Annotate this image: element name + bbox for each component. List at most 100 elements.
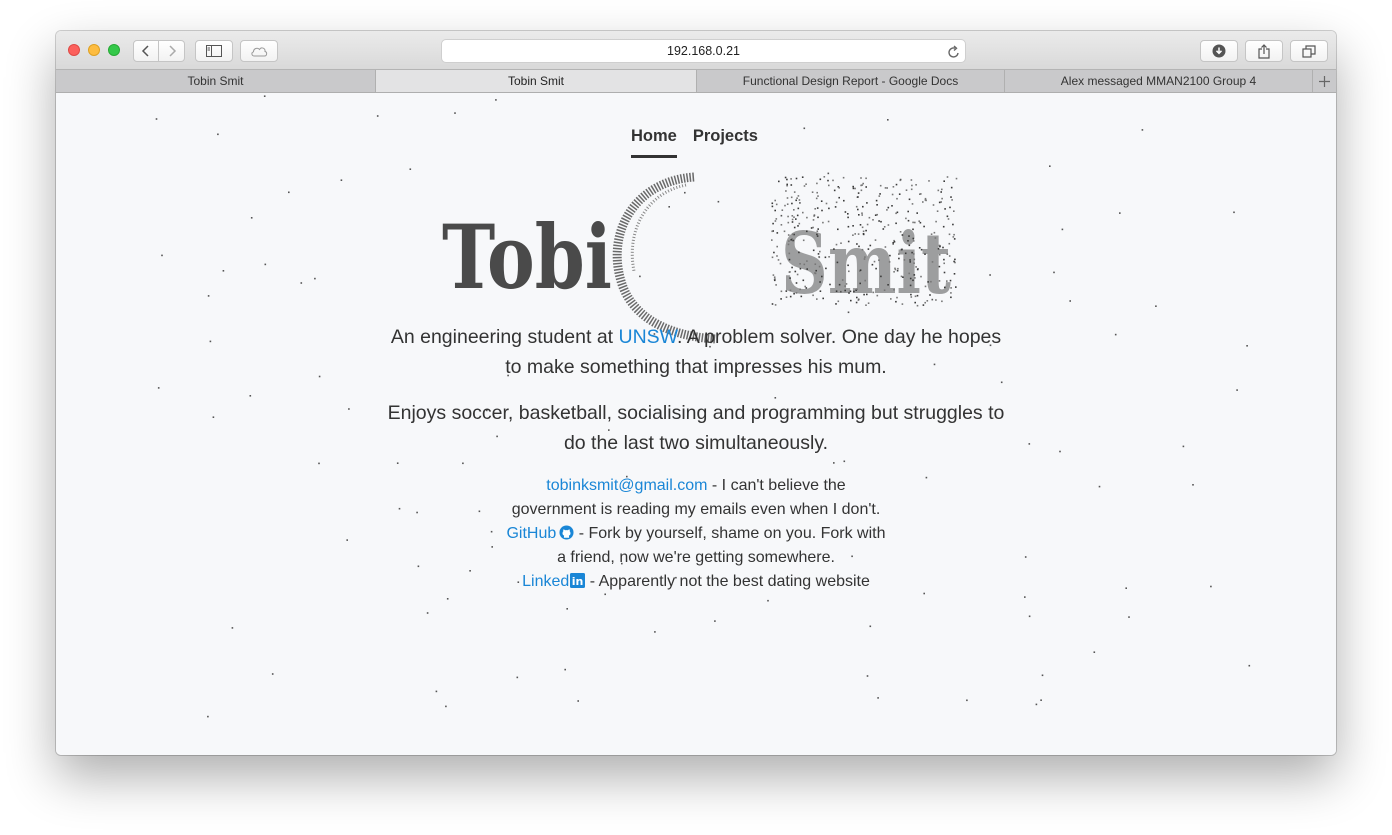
icloud-tabs-button[interactable] xyxy=(240,40,278,62)
particle-dot xyxy=(1210,585,1212,588)
logo-speckle xyxy=(792,239,794,242)
logo-speckle xyxy=(824,256,827,259)
particle-dot xyxy=(1236,389,1238,391)
logo-speckle xyxy=(955,177,958,180)
logo-speckle xyxy=(840,242,842,244)
logo-speckle xyxy=(948,255,951,257)
reload-icon xyxy=(948,45,959,58)
logo-speckle xyxy=(806,268,808,270)
particle-dot xyxy=(1155,305,1157,307)
logo-speckle xyxy=(950,287,952,289)
email-link[interactable]: tobinksmit@gmail.com xyxy=(546,477,707,494)
logo-speckle xyxy=(907,240,909,242)
particle-dot xyxy=(1114,333,1117,336)
logo-speckle xyxy=(838,196,840,199)
logo-speckle xyxy=(805,183,807,185)
tab-label: Functional Design Report - Google Docs xyxy=(742,74,959,88)
tab-1[interactable]: Tobin Smit xyxy=(56,70,376,92)
minimize-window-button[interactable] xyxy=(88,44,100,56)
logo-speckle xyxy=(812,294,814,297)
logo-speckle xyxy=(953,210,955,212)
particle-dot xyxy=(1028,443,1031,445)
new-tab-button[interactable] xyxy=(1313,70,1336,92)
zoom-window-button[interactable] xyxy=(108,44,120,56)
logo-speckle xyxy=(789,289,792,292)
logo-speckle xyxy=(798,199,801,201)
logo-speckle xyxy=(774,220,777,222)
tab-3[interactable]: Functional Design Report - Google Docs xyxy=(697,70,1005,92)
logo-speckle xyxy=(852,225,854,227)
logo-speckle xyxy=(948,242,951,245)
particle-dot xyxy=(161,254,163,257)
logo-speckle xyxy=(861,248,864,251)
logo-speckle xyxy=(909,261,911,263)
address-bar[interactable]: 192.168.0.21 xyxy=(441,39,966,63)
logo-speckle xyxy=(853,290,855,293)
logo-speckle xyxy=(857,233,860,235)
particle-dot xyxy=(346,539,348,541)
logo-speckle xyxy=(863,258,866,260)
downloads-button[interactable] xyxy=(1200,40,1238,62)
tabs-overview-button[interactable] xyxy=(1290,40,1328,62)
close-window-button[interactable] xyxy=(68,44,80,56)
logo-speckle xyxy=(835,290,838,292)
logo-speckle xyxy=(785,190,787,192)
github-link[interactable]: GitHub xyxy=(506,525,574,542)
sidebar-button[interactable] xyxy=(195,40,233,62)
logo-speckle xyxy=(861,212,863,214)
logo-speckle xyxy=(863,293,865,296)
logo-speckle xyxy=(797,207,800,210)
logo-speckle xyxy=(937,248,940,250)
logo-speckle xyxy=(930,280,932,283)
particle-dot xyxy=(300,282,303,284)
sidebar-icon xyxy=(206,45,222,57)
tab-2-active[interactable]: Tobin Smit xyxy=(376,70,697,92)
logo-speckle xyxy=(938,253,941,256)
logo-speckle xyxy=(944,208,946,210)
logo-speckle xyxy=(814,208,816,210)
share-button[interactable] xyxy=(1245,40,1283,62)
logo-speckle xyxy=(847,240,850,243)
logo-speckle xyxy=(787,234,790,236)
unsw-link[interactable]: UNSW xyxy=(619,326,678,348)
logo-speckle xyxy=(837,228,839,231)
logo-speckle xyxy=(943,271,946,274)
reload-button[interactable] xyxy=(948,44,960,66)
logo-speckle xyxy=(941,197,943,200)
logo-speckle xyxy=(874,239,877,241)
logo-speckle xyxy=(817,216,819,219)
logo-text-left: Tobi xyxy=(442,205,612,309)
logo-speckle xyxy=(795,199,797,202)
back-button[interactable] xyxy=(133,40,159,62)
logo-speckle xyxy=(836,261,839,264)
tabs-overview-icon xyxy=(1302,44,1316,58)
tab-4[interactable]: Alex messaged MMAN2100 Group 4 xyxy=(1005,70,1313,92)
logo-speckle xyxy=(860,177,862,179)
logo-speckle xyxy=(880,275,882,278)
linkedin-link[interactable]: Linked in xyxy=(522,573,586,590)
particle-dot xyxy=(1049,165,1051,167)
forward-button[interactable] xyxy=(159,40,185,62)
particle-dot xyxy=(1041,674,1044,677)
logo-speckle xyxy=(872,291,875,294)
nav-projects[interactable]: Projects xyxy=(693,127,758,158)
logo-speckle xyxy=(892,186,895,188)
logo-speckle xyxy=(924,253,926,255)
logo-speckle xyxy=(844,211,847,213)
logo-speckle xyxy=(918,220,920,222)
particle-dot xyxy=(478,510,481,513)
logo-speckle xyxy=(887,284,889,286)
logo-speckle xyxy=(913,262,915,264)
logo-speckle xyxy=(864,256,866,258)
share-icon xyxy=(1258,43,1270,59)
logo-speckle xyxy=(856,296,858,299)
nav-home[interactable]: Home xyxy=(631,127,677,158)
logo-speckle xyxy=(866,202,868,204)
logo-speckle xyxy=(791,266,793,269)
particle-dot xyxy=(1119,212,1121,214)
logo-speckle xyxy=(891,193,894,196)
particle-dot xyxy=(416,511,418,514)
logo-speckle xyxy=(862,230,865,233)
logo-speckle xyxy=(950,186,953,189)
email-description-2: government is reading my emails even whe… xyxy=(511,501,881,518)
